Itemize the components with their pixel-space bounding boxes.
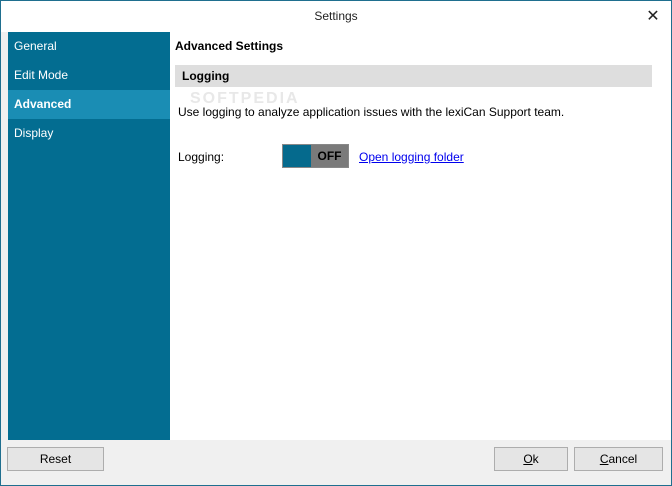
sidebar-item-edit-mode[interactable]: Edit Mode bbox=[8, 61, 170, 90]
logging-description: Use logging to analyze application issue… bbox=[178, 105, 565, 119]
title-bar: Settings ✕ bbox=[1, 1, 671, 32]
footer: Reset Ok Cancel bbox=[1, 440, 671, 485]
window-title: Settings bbox=[314, 9, 358, 23]
settings-window: Settings ✕ General Edit Mode Advanced Di… bbox=[0, 0, 672, 486]
sidebar-item-general[interactable]: General bbox=[8, 32, 170, 61]
ok-button[interactable]: Ok bbox=[494, 447, 568, 471]
open-logging-folder-link[interactable]: Open logging folder bbox=[359, 150, 464, 164]
section-title: Advanced Settings bbox=[175, 39, 284, 53]
group-header-logging: Logging bbox=[175, 65, 652, 87]
cancel-button[interactable]: Cancel bbox=[574, 447, 663, 471]
settings-content: SOFTPEDIA Advanced Settings Logging Use … bbox=[170, 32, 671, 440]
toggle-state: OFF bbox=[311, 145, 348, 167]
logging-toggle[interactable]: OFF bbox=[282, 144, 349, 168]
close-icon[interactable]: ✕ bbox=[643, 7, 663, 27]
logging-label: Logging: bbox=[178, 150, 225, 164]
sidebar-item-advanced[interactable]: Advanced bbox=[8, 90, 170, 119]
reset-button[interactable]: Reset bbox=[7, 447, 104, 471]
sidebar-item-display[interactable]: Display bbox=[8, 119, 170, 148]
settings-sidebar: General Edit Mode Advanced Display bbox=[8, 32, 170, 440]
